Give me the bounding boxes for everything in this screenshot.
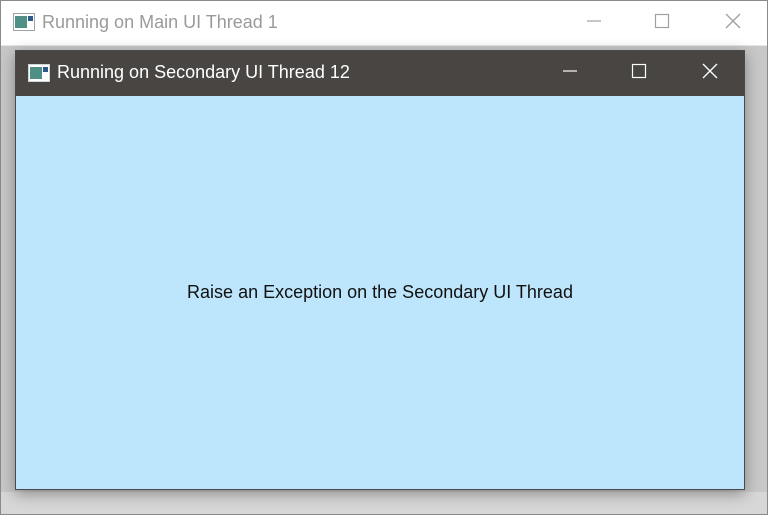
secondary-window: Running on Secondary UI Thread 12 Raise … <box>15 50 745 490</box>
secondary-close-button[interactable] <box>675 51 745 96</box>
secondary-window-titlebar[interactable]: Running on Secondary UI Thread 12 <box>16 51 744 96</box>
secondary-maximize-button[interactable] <box>604 51 674 96</box>
maximize-icon <box>631 63 647 84</box>
main-window-bottom-strip <box>1 492 767 514</box>
main-maximize-button[interactable] <box>627 1 697 45</box>
secondary-minimize-button[interactable] <box>535 51 605 96</box>
main-window-titlebar[interactable]: Running on Main UI Thread 1 <box>1 1 767 46</box>
close-icon <box>724 12 742 35</box>
app-window-icon <box>13 13 35 31</box>
minimize-icon <box>562 63 578 84</box>
main-close-button[interactable] <box>698 1 768 45</box>
main-minimize-button[interactable] <box>559 1 629 45</box>
raise-exception-label: Raise an Exception on the Secondary UI T… <box>187 282 573 302</box>
close-icon <box>701 62 719 85</box>
main-window-title: Running on Main UI Thread 1 <box>42 12 278 32</box>
minimize-icon <box>586 13 602 34</box>
raise-exception-button[interactable]: Raise an Exception on the Secondary UI T… <box>16 96 744 489</box>
secondary-window-client-area: Raise an Exception on the Secondary UI T… <box>16 96 744 489</box>
app-window-icon <box>28 64 50 82</box>
secondary-window-title: Running on Secondary UI Thread 12 <box>57 62 350 82</box>
maximize-icon <box>654 13 670 34</box>
